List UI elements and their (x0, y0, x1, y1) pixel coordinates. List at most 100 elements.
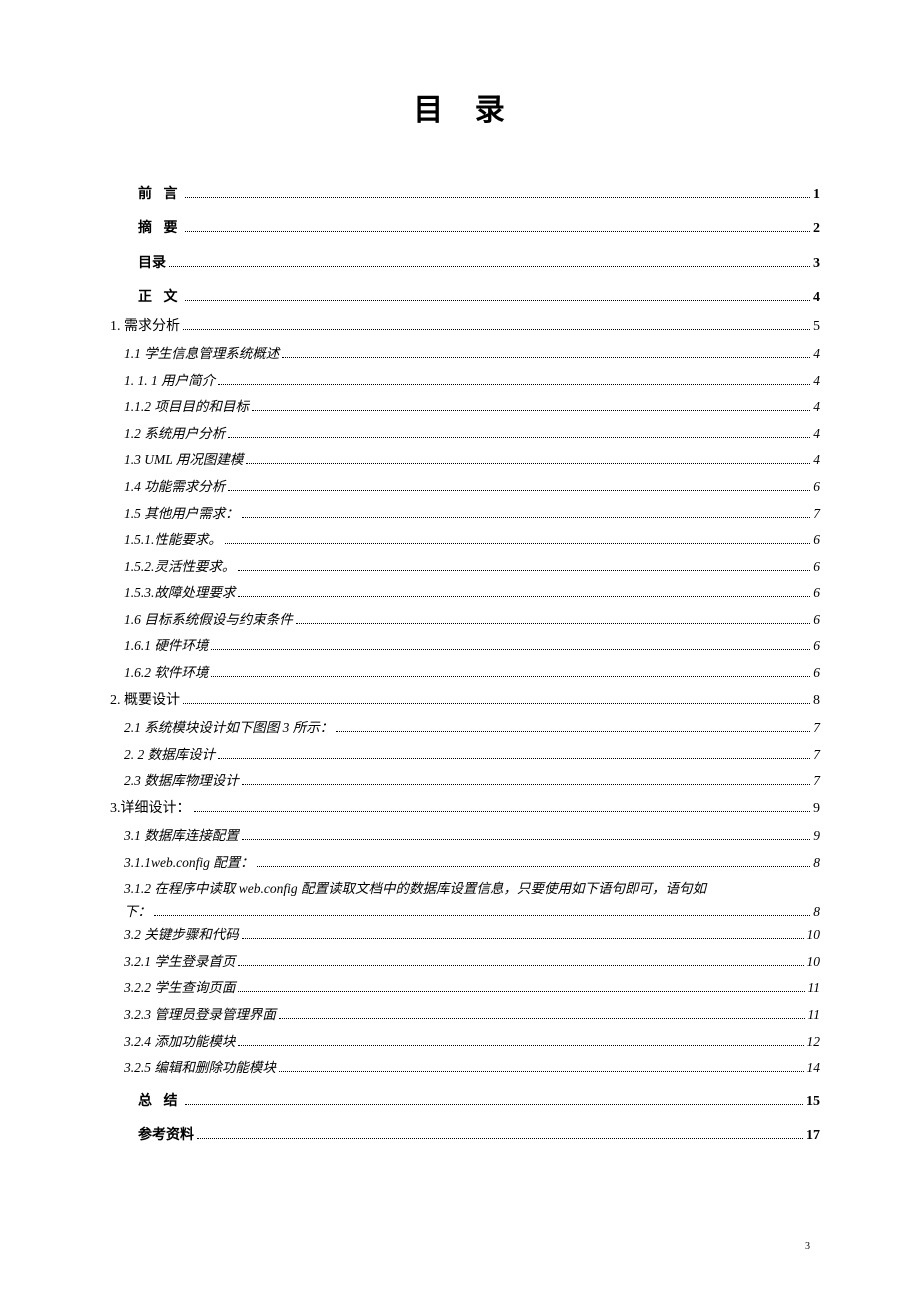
toc-entry-label: 1.5.1.性能要求。 (124, 529, 222, 551)
toc-entry-page: 11 (808, 977, 821, 999)
toc-entry: 目录 3 (110, 253, 820, 275)
toc-leader-dots (197, 1131, 803, 1139)
toc-entry-label: 2. 2 数据库设计 (124, 744, 215, 766)
toc-entry-page: 14 (807, 1057, 821, 1079)
toc-entry: 1.4 功能需求分析 6 (110, 476, 820, 498)
toc-entry: 参考资料17 (110, 1125, 820, 1147)
toc-entry-page: 3 (813, 253, 820, 275)
toc-leader-dots (185, 293, 811, 301)
toc-leader-dots (169, 259, 810, 267)
toc-entry-label: 目录 (138, 253, 166, 275)
toc-entry-label: 3.2.2 学生查询页面 (124, 977, 235, 999)
toc-leader-dots (238, 985, 804, 993)
toc-container: 前 言1摘 要2目录3正 文41. 需求分析51.1 学生信息管理系统概述41.… (110, 184, 820, 1148)
toc-entry: 3.2.1 学生登录首页10 (110, 951, 820, 973)
toc-entry-label: 2.1 系统模块设计如下图图 3 所示： (124, 717, 333, 739)
toc-entry: 1.6.2 软件环境6 (110, 662, 820, 684)
toc-leader-dots (257, 859, 811, 867)
toc-entry-page: 12 (807, 1031, 821, 1053)
toc-leader-dots (242, 778, 811, 786)
toc-entry: 正 文4 (110, 287, 820, 309)
toc-leader-dots (211, 669, 810, 677)
toc-entry-page: 5 (813, 316, 820, 338)
toc-entry-page: 4 (813, 343, 820, 365)
toc-entry-page: 4 (813, 287, 820, 309)
toc-entry-label: 3.1.2 在程序中读取 web.config 配置读取文档中的数据库设置信息，… (124, 878, 820, 901)
toc-entry-label: 3.2.4 添加功能模块 (124, 1031, 235, 1053)
toc-leader-dots (183, 696, 810, 704)
toc-leader-dots (238, 1038, 803, 1046)
toc-leader-dots (282, 350, 810, 358)
toc-entry: 1.5.2.灵活性要求。6 (110, 556, 820, 578)
toc-entry-label: 总 结 (138, 1091, 182, 1113)
toc-entry-label: 1.3 UML 用况图建模 (124, 449, 243, 471)
toc-entry: 3.2.2 学生查询页面 11 (110, 977, 820, 999)
toc-entry-page: 15 (806, 1091, 820, 1113)
toc-entry-page: 1 (813, 184, 820, 206)
toc-leader-dots (252, 403, 810, 411)
toc-leader-dots (279, 1065, 804, 1073)
toc-entry-page: 4 (813, 449, 820, 471)
toc-entry-page: 10 (807, 924, 821, 946)
toc-entry: 1.6 目标系统假设与约束条件6 (110, 609, 820, 631)
toc-entry-page: 11 (808, 1004, 821, 1026)
toc-entry-label: 参考资料 (138, 1125, 194, 1147)
toc-entry: 2. 概要设计8 (110, 690, 820, 712)
toc-leader-dots (279, 1011, 805, 1019)
toc-entry-label: 3.详细设计： (110, 798, 191, 820)
toc-entry: 3.2.3 管理员登录管理界面11 (110, 1004, 820, 1026)
toc-entry-label: 1.1.2 项目目的和目标 (124, 396, 249, 418)
toc-entry: 前 言1 (110, 184, 820, 206)
toc-title: 目 录 (110, 85, 820, 129)
toc-entry-label: 2.3 数据库物理设计 (124, 770, 239, 792)
toc-entry-label: 3.2 关键步骤和代码 (124, 924, 239, 946)
toc-entry: 1.5.1.性能要求。6 (110, 529, 820, 551)
toc-leader-dots (238, 590, 810, 598)
toc-entry-page: 7 (813, 717, 820, 739)
toc-entry: 1.1.2 项目目的和目标 4 (110, 396, 820, 418)
toc-entry-page: 4 (813, 396, 820, 418)
toc-entry-page: 9 (813, 798, 820, 820)
toc-entry-page: 8 (813, 852, 820, 874)
toc-entry-page: 7 (813, 770, 820, 792)
toc-entry: 3.详细设计： 9 (110, 798, 820, 820)
toc-entry-page: 4 (813, 423, 820, 445)
toc-entry-label: 下： (124, 901, 151, 924)
toc-entry: 3.2.5 编辑和删除功能模块 14 (110, 1057, 820, 1079)
toc-entry-page: 2 (813, 218, 820, 240)
toc-leader-dots (228, 430, 810, 438)
toc-entry: 1.5 其他用户需求：7 (110, 503, 820, 525)
toc-entry-label: 3.2.5 编辑和删除功能模块 (124, 1057, 276, 1079)
toc-entry: 3.2.4 添加功能模块 12 (110, 1031, 820, 1053)
toc-entry-label: 1.5.2.灵活性要求。 (124, 556, 235, 578)
toc-entry-label: 1.5 其他用户需求： (124, 503, 239, 525)
toc-entry: 1. 需求分析5 (110, 316, 820, 338)
toc-entry-page: 6 (813, 582, 820, 604)
toc-leader-dots (211, 643, 810, 651)
toc-entry: 1.2 系统用户分析 4 (110, 423, 820, 445)
toc-leader-dots (183, 322, 810, 330)
toc-entry-page: 4 (813, 370, 820, 392)
toc-entry-label: 1.2 系统用户分析 (124, 423, 225, 445)
toc-entry-label: 2. 概要设计 (110, 690, 180, 712)
toc-leader-dots (242, 932, 804, 940)
toc-entry-label: 1. 1. 1 用户简介 (124, 370, 215, 392)
toc-leader-dots (228, 483, 810, 491)
toc-entry-label: 3.2.1 学生登录首页 (124, 951, 235, 973)
toc-entry-label: 1.1 学生信息管理系统概述 (124, 343, 279, 365)
toc-entry: 摘 要2 (110, 218, 820, 240)
toc-entry: 2.3 数据库物理设计 7 (110, 770, 820, 792)
toc-entry-page: 6 (813, 476, 820, 498)
toc-entry-page: 9 (813, 825, 820, 847)
toc-entry: 1. 1. 1 用户简介 4 (110, 370, 820, 392)
toc-leader-dots (336, 724, 810, 732)
toc-leader-dots (296, 616, 811, 624)
toc-leader-dots (225, 536, 810, 544)
toc-leader-dots (154, 909, 810, 917)
toc-entry-label: 1.4 功能需求分析 (124, 476, 225, 498)
toc-entry-page: 6 (813, 662, 820, 684)
toc-entry-page: 8 (813, 904, 820, 920)
toc-leader-dots (194, 804, 811, 812)
toc-entry-page: 6 (813, 609, 820, 631)
toc-entry: 总 结 15 (110, 1091, 820, 1113)
